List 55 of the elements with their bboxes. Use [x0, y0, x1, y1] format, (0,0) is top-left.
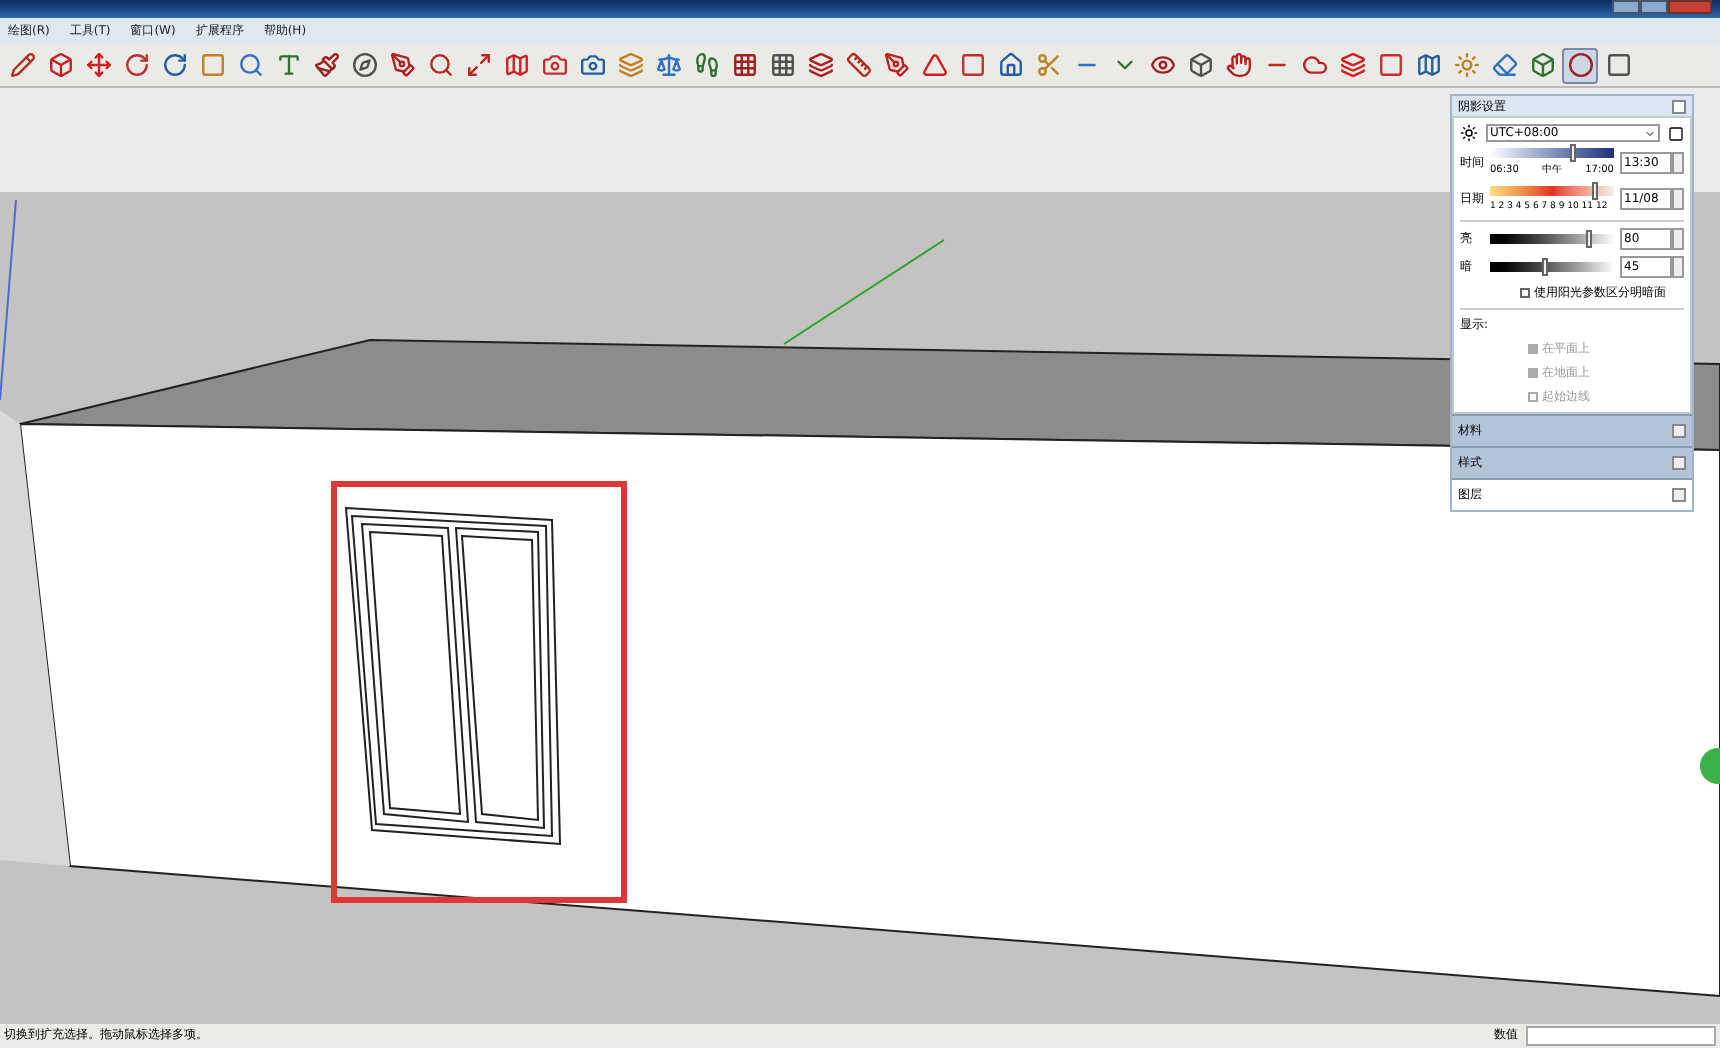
- tool-icon: [237, 52, 263, 78]
- tool-icon: [503, 52, 529, 78]
- tool-icon: [541, 52, 567, 78]
- maximize-button[interactable]: [1640, 0, 1668, 14]
- tool-icon: [845, 52, 871, 78]
- tool-icon: [389, 52, 415, 78]
- tool-icon: [1149, 52, 1175, 78]
- tool-icon: [161, 52, 187, 78]
- tool-icon: [1605, 52, 1631, 78]
- expand-button[interactable]: [1672, 456, 1686, 471]
- tool-icon: [807, 52, 833, 78]
- tool-icon: [199, 52, 225, 78]
- measurements-field[interactable]: [1526, 1025, 1716, 1045]
- tool-icon: [85, 52, 111, 78]
- tool-icon: [427, 52, 453, 78]
- dropdown-caret-icon: [1644, 127, 1656, 139]
- tool-icon: [313, 52, 339, 78]
- tool-icon: [1567, 52, 1593, 78]
- tool-icon: [1377, 52, 1403, 78]
- sun-icon: [1460, 124, 1478, 142]
- tool-icon: [123, 52, 149, 78]
- tool-icon: [655, 52, 681, 78]
- tool-icon: [1187, 52, 1213, 78]
- tool-icon: [617, 52, 643, 78]
- expand-button[interactable]: [1672, 488, 1686, 503]
- tool-icon: [1035, 52, 1061, 78]
- checkbox[interactable]: [1520, 288, 1530, 299]
- tool-icon: [9, 52, 35, 78]
- tool-icon: [275, 52, 301, 78]
- tool-icon: [1415, 52, 1441, 78]
- tool-icon: [1453, 52, 1479, 78]
- tool-icon: [1225, 52, 1251, 78]
- tool-icon: [465, 52, 491, 78]
- tool-icon: [693, 52, 719, 78]
- tool-icon: [1339, 52, 1365, 78]
- expand-button[interactable]: [1672, 424, 1686, 439]
- slider-thumb[interactable]: [1569, 144, 1576, 162]
- tool-icon: [731, 52, 757, 78]
- slider-thumb[interactable]: [1585, 230, 1592, 249]
- tool-icon: [921, 52, 947, 78]
- tool-icon: [1491, 52, 1517, 78]
- toolbar-button[interactable]: [1562, 47, 1598, 83]
- tool-icon: [883, 52, 909, 78]
- close-button[interactable]: [1672, 99, 1686, 113]
- tool-icon: [769, 52, 795, 78]
- slider-thumb[interactable]: [1591, 181, 1598, 199]
- tool-icon: [579, 52, 605, 78]
- tool-icon: [959, 52, 985, 78]
- slider-thumb[interactable]: [1541, 258, 1548, 277]
- tool-icon: [997, 52, 1023, 78]
- minimize-button[interactable]: [1612, 0, 1640, 14]
- tool-icon: [351, 52, 377, 78]
- tool-icon: [1301, 52, 1327, 78]
- tool-icon: [47, 52, 73, 78]
- tool-icon: [1529, 52, 1555, 78]
